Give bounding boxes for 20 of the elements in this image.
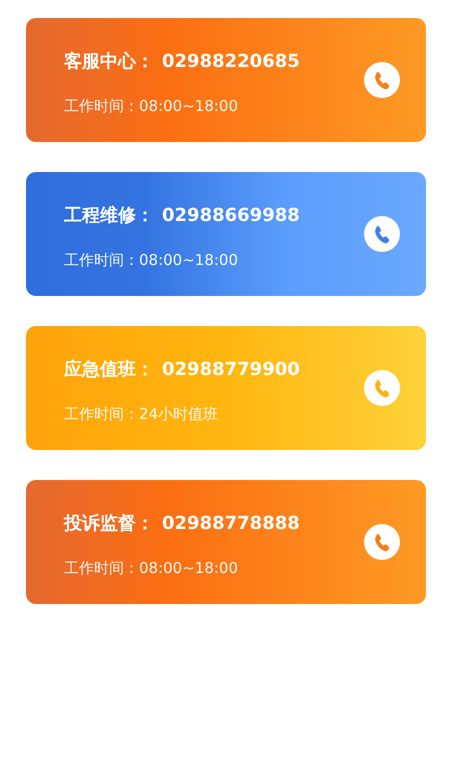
- department-name: 应急值班：: [64, 358, 154, 380]
- department-name: 工程维修：: [64, 204, 154, 226]
- contact-card[interactable]: 投诉监督： 02988778888 工作时间：08:00~18:00: [26, 480, 426, 604]
- working-hours: 工作时间：08:00~18:00: [64, 558, 240, 578]
- department-name: 投诉监督：: [64, 512, 154, 534]
- phone-icon[interactable]: [364, 216, 400, 252]
- contact-card[interactable]: 工程维修： 02988669988 工作时间：08:00~18:00: [26, 172, 426, 296]
- phone-number: 02988779900: [162, 358, 300, 380]
- working-hours: 工作时间：08:00~18:00: [64, 96, 240, 116]
- working-hours: 工作时间：24小时值班: [64, 404, 220, 424]
- phone-icon[interactable]: [364, 370, 400, 406]
- contact-card[interactable]: 客服中心： 02988220685 工作时间：08:00~18:00: [26, 18, 426, 142]
- phone-number: 02988220685: [162, 50, 300, 72]
- phone-icon[interactable]: [364, 524, 400, 560]
- phone-number: 02988778888: [162, 512, 300, 534]
- working-hours: 工作时间：08:00~18:00: [64, 250, 240, 270]
- phone-icon[interactable]: [364, 62, 400, 98]
- phone-number: 02988669988: [162, 204, 300, 226]
- contact-card[interactable]: 应急值班： 02988779900 工作时间：24小时值班: [26, 326, 426, 450]
- department-name: 客服中心：: [64, 50, 154, 72]
